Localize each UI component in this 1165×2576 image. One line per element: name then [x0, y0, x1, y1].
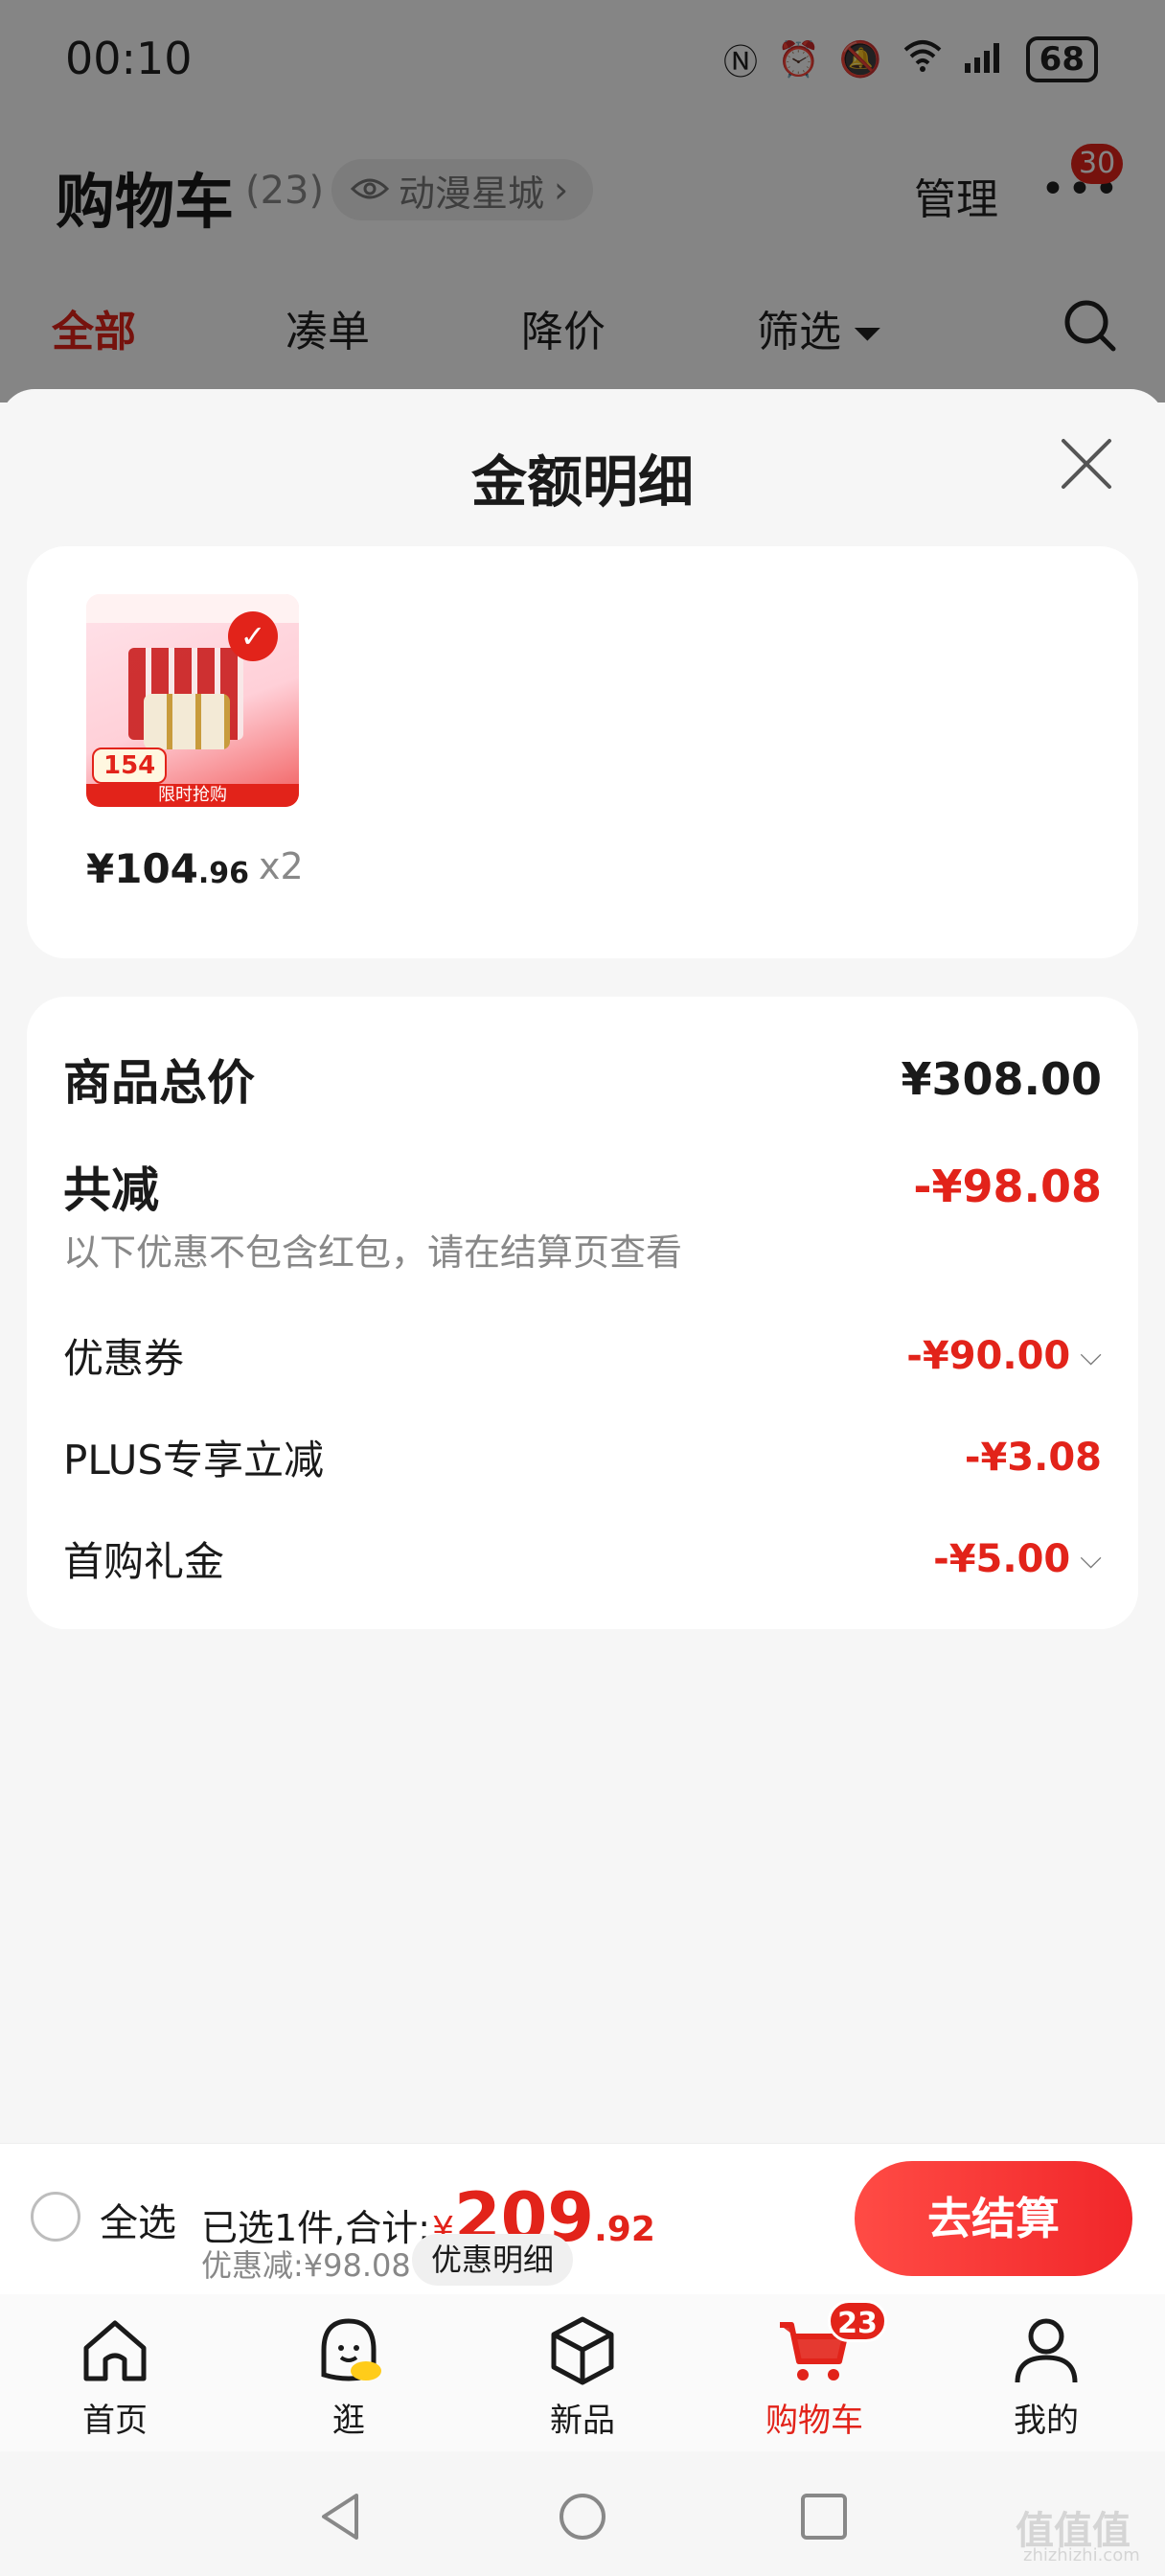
bottom-nav: 首页 逛 新品 23 购物车 我的: [0, 2294, 1165, 2451]
discount-note: 以下优惠不包含红包，请在结算页查看: [63, 1231, 683, 1274]
plus-value: -¥3.08: [964, 1435, 1102, 1480]
item-price-main: ¥104: [86, 845, 198, 892]
home-circle-icon[interactable]: [556, 2490, 609, 2543]
nav-browse-label: 逛: [332, 2402, 365, 2440]
amount-detail-sheet: 金额明细 ✓ 154 限时抢购 ¥104.96 x2 商品总价 ¥308.00 …: [0, 389, 1165, 2143]
reduced-label: 共减: [63, 1162, 159, 1218]
thumb-bottles-graphic: [144, 694, 230, 749]
cube-icon: [544, 2312, 621, 2388]
recents-icon[interactable]: [797, 2490, 851, 2543]
nav-profile[interactable]: 我的: [970, 2312, 1123, 2441]
coupon-label: 优惠券: [63, 1335, 185, 1382]
discount-summary: 优惠减:¥98.08: [201, 2247, 411, 2284]
nav-new-label: 新品: [550, 2402, 615, 2440]
nav-profile-label: 我的: [1014, 2402, 1079, 2440]
price-breakdown-card: 商品总价 ¥308.00 共减 -¥98.08 以下优惠不包含红包，请在结算页查…: [27, 997, 1138, 1629]
nav-new[interactable]: 新品: [506, 2312, 659, 2441]
checkout-bar: 全选 已选1件,合计: ¥ 209 .92 优惠减:¥98.08 优惠明细 去结…: [0, 2143, 1165, 2294]
select-all-label[interactable]: 全选: [100, 2192, 176, 2247]
plus-label: PLUS专享立减: [63, 1437, 325, 1484]
first-buy-value: -¥5.00: [933, 1536, 1071, 1581]
thumb-price-tag: 154: [92, 748, 168, 784]
profile-icon: [1008, 2312, 1085, 2388]
nav-home-label: 首页: [82, 2402, 148, 2440]
product-card: ✓ 154 限时抢购 ¥104.96 x2: [27, 546, 1138, 958]
cart-icon: 23: [776, 2300, 887, 2388]
watermark-url: zhizhizhi.com: [1023, 2545, 1140, 2565]
nav-home[interactable]: 首页: [38, 2312, 192, 2441]
total-decimal: .92: [594, 2210, 655, 2249]
overlay-scrim[interactable]: [0, 0, 1165, 402]
chevron-down-icon: ⌵: [1080, 1339, 1102, 1372]
sheet-title: 金额明细: [470, 449, 694, 515]
item-price-cents: .96: [197, 857, 250, 890]
select-all-radio[interactable]: [31, 2192, 80, 2242]
total-value: ¥308.00: [901, 1053, 1102, 1105]
chevron-down-icon: ⌵: [1080, 1542, 1102, 1576]
checkout-button[interactable]: 去结算: [855, 2161, 1132, 2276]
discount-detail-button[interactable]: 优惠明细: [412, 2234, 574, 2286]
item-quantity: x2: [259, 845, 304, 887]
thumb-promo-strip: 限时抢购: [86, 784, 299, 807]
browse-mascot-icon: [310, 2312, 387, 2388]
back-icon[interactable]: [314, 2490, 368, 2543]
product-thumbnail[interactable]: ✓ 154 限时抢购: [86, 594, 299, 807]
cart-badge: 23: [828, 2300, 887, 2342]
system-navigation-bar: [0, 2451, 1165, 2576]
nav-cart[interactable]: 23 购物车: [738, 2300, 891, 2441]
item-price: ¥104.96: [86, 845, 249, 892]
total-label: 商品总价: [63, 1055, 255, 1111]
check-icon: ✓: [228, 611, 278, 661]
nav-cart-label: 购物车: [765, 2402, 863, 2440]
nav-browse[interactable]: 逛: [272, 2312, 425, 2441]
coupon-value: -¥90.00: [906, 1333, 1071, 1378]
home-icon: [77, 2312, 153, 2388]
row-first-buy[interactable]: 首购礼金 -¥5.00 ⌵: [63, 1530, 1102, 1588]
reduced-value: -¥98.08: [913, 1161, 1102, 1212]
first-buy-label: 首购礼金: [63, 1538, 225, 1585]
row-total: 商品总价 ¥308.00: [63, 1045, 1102, 1114]
row-coupon[interactable]: 优惠券 -¥90.00 ⌵: [63, 1326, 1102, 1385]
close-icon[interactable]: [1060, 437, 1113, 491]
row-reduced: 共减 -¥98.08: [63, 1152, 1102, 1221]
row-plus: PLUS专享立减 -¥3.08: [63, 1428, 1102, 1486]
